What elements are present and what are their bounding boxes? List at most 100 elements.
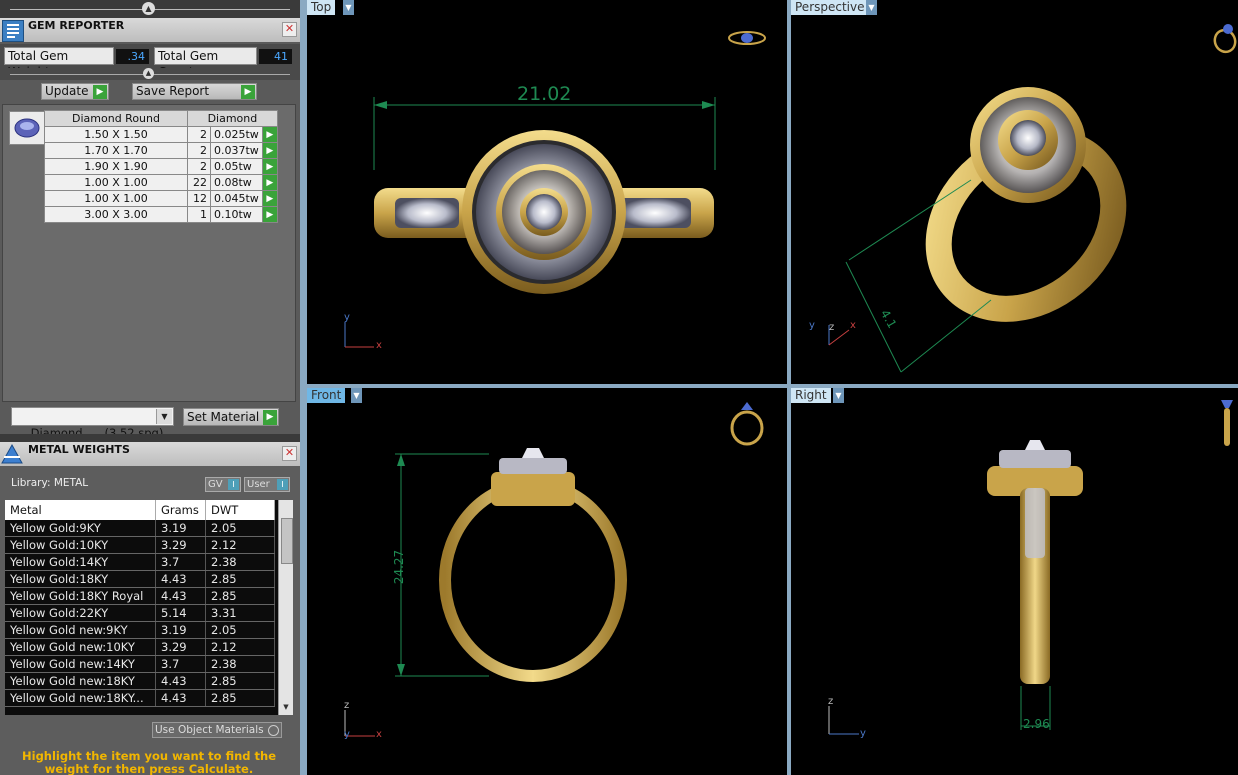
- table-row[interactable]: Yellow Gold:22KY 5.14 3.31: [5, 604, 275, 622]
- gem-reporter-header: GEM REPORTER ✕: [0, 18, 300, 42]
- gem-weight: 0.037tw: [210, 142, 263, 159]
- gem-weight: 0.08tw: [210, 174, 263, 191]
- metal-name: Yellow Gold:14KY: [5, 553, 156, 571]
- dropdown-arrow-icon: ▼: [156, 409, 172, 424]
- table-row[interactable]: Yellow Gold:14KY 3.7 2.38: [5, 553, 275, 571]
- metal-dwt: 2.05: [205, 621, 275, 639]
- use-object-materials-toggle[interactable]: Use Object Materials: [152, 722, 282, 738]
- material-select[interactable]: Diamond (3.52 spg) ▼: [11, 407, 174, 440]
- axis-x-label: x: [850, 320, 856, 331]
- gem-list-area: Diamond Round Diamond 1.50 X 1.50 2 0.02…: [2, 104, 296, 402]
- play-icon[interactable]: ▶: [261, 190, 278, 207]
- table-row[interactable]: 1.70 X 1.70 2 0.037tw ▶: [44, 142, 278, 159]
- metal-table-header: Metal Grams DWT: [5, 500, 275, 520]
- ring-view-icon[interactable]: [727, 28, 767, 48]
- viewport-front[interactable]: Front ▼ 24.27 z y x: [307, 388, 787, 775]
- column-header-diamond: Diamond: [187, 110, 278, 127]
- gem-weight: 0.10tw: [210, 206, 263, 223]
- table-row[interactable]: Yellow Gold:18KY Royal 4.43 2.85: [5, 587, 275, 605]
- axis-z-label: z: [828, 696, 834, 707]
- play-icon[interactable]: ▶: [261, 126, 278, 143]
- metal-weights-title: METAL WEIGHTS: [28, 443, 130, 456]
- left-panel: ▲ GEM REPORTER ✕ Total Gem Weight .34 To…: [0, 0, 300, 775]
- collapse-icon[interactable]: ▲: [142, 2, 155, 15]
- gem-count: 2: [187, 126, 211, 143]
- total-gem-count-label: Total Gem Count: [154, 47, 257, 79]
- metal-grams: 4.43: [155, 570, 206, 588]
- gem-count: 2: [187, 142, 211, 159]
- metal-list-scrollbar[interactable]: ▼: [278, 500, 293, 715]
- play-icon: ▶: [241, 85, 255, 99]
- update-button[interactable]: Update ▶: [41, 83, 109, 100]
- gem-size: 3.00 X 3.00: [44, 206, 188, 223]
- play-icon[interactable]: ▶: [261, 206, 278, 223]
- column-header-metal: Metal: [5, 500, 156, 520]
- play-icon[interactable]: ▶: [261, 174, 278, 191]
- update-button-label: Update: [45, 84, 89, 98]
- gem-size: 1.70 X 1.70: [44, 142, 188, 159]
- right-view-render: [828, 440, 1083, 735]
- total-gem-count-value: 41: [259, 49, 292, 64]
- front-view-render: [344, 448, 627, 737]
- save-report-button-label: Save Report: [136, 84, 210, 98]
- gem-size: 1.90 X 1.90: [44, 158, 188, 175]
- metal-dwt: 2.85: [205, 689, 275, 707]
- axis-y-label: y: [809, 320, 815, 331]
- table-row[interactable]: 1.00 X 1.00 12 0.045tw ▶: [44, 190, 278, 207]
- ring-view-icon[interactable]: [1211, 15, 1238, 55]
- gv-toggle[interactable]: GV I: [205, 477, 241, 492]
- table-row[interactable]: 1.50 X 1.50 2 0.025tw ▶: [44, 126, 278, 143]
- gemstone-thumbnail-icon[interactable]: [9, 111, 45, 145]
- metal-name: Yellow Gold new:14KY: [5, 655, 156, 673]
- ring-view-icon[interactable]: [1217, 396, 1237, 448]
- collapse-icon[interactable]: ▲: [143, 68, 154, 79]
- save-report-button[interactable]: Save Report ▶: [132, 83, 257, 100]
- gem-count: 22: [187, 174, 211, 191]
- table-row[interactable]: 1.00 X 1.00 22 0.08tw ▶: [44, 174, 278, 191]
- table-row[interactable]: Yellow Gold:10KY 3.29 2.12: [5, 536, 275, 554]
- axis-z-label: z: [829, 322, 835, 333]
- set-material-button-label: Set Material: [187, 410, 260, 424]
- table-row[interactable]: 1.90 X 1.90 2 0.05tw ▶: [44, 158, 278, 175]
- viewport-top[interactable]: Top ▼ 21.02 y x: [307, 0, 787, 384]
- table-row[interactable]: Yellow Gold new:14KY 3.7 2.38: [5, 655, 275, 673]
- metal-dwt: 2.38: [205, 553, 275, 571]
- play-icon[interactable]: ▶: [261, 142, 278, 159]
- table-row[interactable]: 3.00 X 3.00 1 0.10tw ▶: [44, 206, 278, 223]
- metal-dwt: 2.85: [205, 587, 275, 605]
- close-icon[interactable]: ✕: [282, 446, 297, 461]
- metal-grams: 5.14: [155, 604, 206, 622]
- scroll-down-icon[interactable]: ▼: [281, 702, 291, 712]
- metal-name: Yellow Gold new:10KY: [5, 638, 156, 656]
- set-material-button[interactable]: Set Material ▶: [183, 408, 279, 426]
- close-icon[interactable]: ✕: [282, 22, 297, 37]
- column-header-diamond-round: Diamond Round: [44, 110, 188, 127]
- user-toggle[interactable]: User I: [244, 477, 290, 492]
- metal-grams: 4.43: [155, 672, 206, 690]
- viewport-right[interactable]: Right ▼ 2.96 z y: [791, 388, 1238, 775]
- metal-table: Metal Grams DWT Yellow Gold:9KY 3.19 2.05 …: [5, 500, 275, 707]
- table-row[interactable]: Yellow Gold new:9KY 3.19 2.05: [5, 621, 275, 639]
- metal-grams: 3.19: [155, 621, 206, 639]
- table-row[interactable]: Yellow Gold:18KY 4.43 2.85: [5, 570, 275, 588]
- metal-grams: 4.43: [155, 587, 206, 605]
- toggle-icon: I: [277, 479, 288, 490]
- ring-view-icon[interactable]: [727, 396, 767, 446]
- gem-reporter-title: GEM REPORTER: [28, 19, 125, 32]
- table-row[interactable]: Yellow Gold new:18KY... 4.43 2.85: [5, 689, 275, 707]
- metal-name: Yellow Gold:18KY Royal: [5, 587, 156, 605]
- metal-name: Yellow Gold:9KY: [5, 520, 156, 537]
- metal-grams: 3.29: [155, 638, 206, 656]
- scroll-thumb[interactable]: [281, 518, 293, 564]
- total-gem-weight-label: Total Gem Weight: [4, 47, 114, 79]
- table-row[interactable]: Yellow Gold:9KY 3.19 2.05: [5, 520, 275, 537]
- table-row[interactable]: Yellow Gold new:10KY 3.29 2.12: [5, 638, 275, 656]
- table-row[interactable]: Yellow Gold new:18KY 4.43 2.85: [5, 672, 275, 690]
- column-header-dwt: DWT: [205, 500, 275, 520]
- play-icon[interactable]: ▶: [261, 158, 278, 175]
- column-header-grams: Grams: [155, 500, 206, 520]
- metal-weights-body: Library: METAL GV I User I Metal Grams D…: [0, 466, 300, 775]
- metal-name: Yellow Gold new:18KY: [5, 672, 156, 690]
- viewport-perspective[interactable]: Perspective ▼ 4.1 y z x: [791, 0, 1238, 384]
- axis-y-label: y: [860, 728, 866, 739]
